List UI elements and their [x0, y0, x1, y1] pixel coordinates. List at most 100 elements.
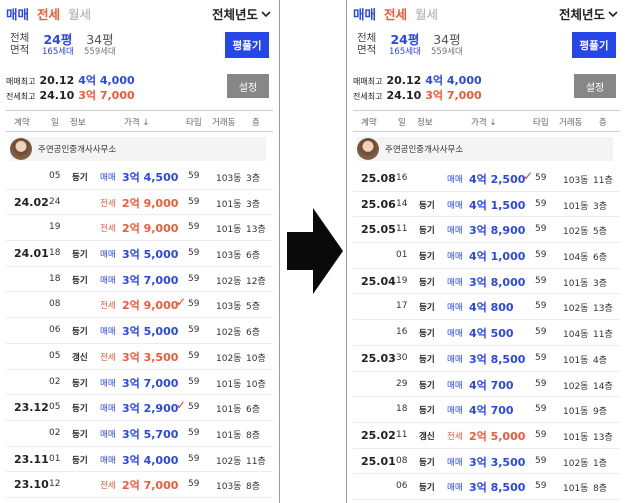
unit-type: 59	[535, 224, 547, 235]
unit-type: 59	[535, 301, 547, 312]
deal-price: 3억 5,000	[122, 325, 179, 339]
contract-day: 08	[49, 299, 61, 310]
transaction-row[interactable]: 18 등기 매매 4억 700 59 101동 9층	[353, 397, 620, 423]
transaction-row[interactable]: 29 등기 매매 4억 700 59 102동 14층	[353, 372, 620, 398]
deal-price: 3억 8,000	[469, 275, 526, 289]
unit-type: 59	[535, 327, 547, 338]
building-dong: 101동	[216, 379, 242, 390]
floor: 3층	[593, 201, 608, 212]
year-select[interactable]: 전체년도	[212, 4, 271, 23]
contract-day: 18	[396, 404, 408, 415]
contract-month: 25.05	[361, 223, 396, 237]
settings-button[interactable]: 설정	[227, 74, 269, 98]
col-info: 정보	[70, 118, 86, 128]
area-option[interactable]: 34평 559세대	[431, 33, 463, 58]
transaction-row[interactable]: 23.10 12 전세 2억 7,000 59 103동 8층	[6, 472, 273, 498]
transaction-row[interactable]: 05 등기 매매 3억 4,500 59 103동 3층	[6, 164, 273, 190]
contract-day: 01	[49, 453, 61, 464]
transaction-row[interactable]: 19 전세 2억 9,000 59 101동 13층	[6, 215, 273, 242]
transaction-row[interactable]: 25.04 19 등기 매매 3억 8,000 59 101동 3층	[353, 269, 620, 295]
transaction-row[interactable]: 25.05 11 등기 매매 3억 8,900 59 102동 5층	[353, 217, 620, 244]
deal-kind: 매매	[447, 175, 463, 185]
transaction-row[interactable]: 23.11 01 등기 매매 3억 4,000 59 102동 11층	[6, 447, 273, 473]
deal-kind: 매매	[447, 483, 463, 494]
deal-info: 등기	[419, 406, 435, 417]
deal-info: 갱신	[72, 352, 88, 363]
transaction-row[interactable]: 01 등기 매매 4억 1,000 59 104동 6층	[353, 243, 620, 269]
tab-wolse[interactable]: 월세	[68, 4, 91, 23]
deal-type-tabs: 매매 전세 월세	[353, 4, 438, 23]
transaction-row[interactable]: 25.06 14 등기 매매 4억 1,500 59 101동 3층	[353, 192, 620, 218]
area-compare-button[interactable]: 평풀기	[572, 32, 616, 58]
area-option-selected[interactable]: 24평 165세대	[42, 33, 74, 58]
unit-type: 59	[535, 404, 547, 415]
transaction-row[interactable]: 06 등기 매매 3억 5,000 59 102동 6층	[6, 318, 273, 344]
contract-day: 06	[396, 481, 408, 492]
transaction-row[interactable]: 18 등기 매매 3억 7,000 59 102동 12층	[6, 267, 273, 293]
col-price-sort[interactable]: 가격 ↓	[124, 116, 149, 128]
contract-day: 17	[396, 301, 408, 312]
deal-info: 등기	[419, 200, 435, 211]
transaction-row[interactable]: 17 등기 매매 4억 800 59 102동 13층	[353, 294, 620, 321]
deal-kind: 매매	[447, 354, 463, 365]
transaction-row[interactable]: 25.03 30 등기 매매 3억 8,500 59 101동 4층	[353, 346, 620, 372]
building-dong: 101동	[563, 484, 589, 495]
settings-button[interactable]: 설정	[574, 74, 616, 98]
contract-day: 19	[49, 222, 61, 233]
max-trade-price: 매매최고 20.12 4억 4,000	[6, 72, 135, 87]
contract-day: 18	[49, 273, 61, 284]
tab-trade[interactable]: 매매	[353, 4, 376, 23]
transaction-row[interactable]: 08 전세 2억 9,000 ✓ 59 103동 5층	[6, 292, 273, 319]
deal-info: 등기	[419, 329, 435, 340]
transaction-row[interactable]: 02 등기 매매 3억 5,700 59 101동 8층	[6, 421, 273, 447]
deal-kind: 매매	[447, 380, 463, 391]
transaction-row[interactable]: 05 갱신 전세 3억 3,500 59 102동 10층	[6, 344, 273, 370]
transaction-row[interactable]: 25.08 16 매매 4억 2,500 ✓ 59 103동 11층	[353, 166, 620, 192]
transaction-row[interactable]: 16 등기 매매 4억 500 59 104동 11층	[353, 320, 620, 346]
tab-trade[interactable]: 매매	[6, 4, 29, 23]
area-option[interactable]: 34평 559세대	[84, 32, 116, 58]
unit-type: 59	[188, 222, 200, 233]
contract-month: 24.02	[14, 195, 49, 209]
check-mark-icon: ✓	[176, 295, 187, 310]
deal-price: 3억 5,000	[122, 248, 179, 262]
deal-price: 4억 700	[469, 404, 514, 418]
tab-jeonse[interactable]: 전세	[384, 4, 407, 23]
area-option-selected[interactable]: 24평 165세대	[389, 33, 421, 58]
table-header: 계약 일 정보 가격 ↓ 타입 거래동 층	[353, 110, 620, 132]
transaction-row[interactable]: 25.01 08 등기 매매 3억 3,500 59 102동 1층	[353, 449, 620, 475]
stat-price: 4억 4,000	[78, 74, 135, 87]
transaction-row[interactable]: 25.02 11 갱신 전세 2억 5,000 59 101동 13층	[353, 423, 620, 449]
floor: 5층	[593, 227, 608, 238]
tab-wolse[interactable]: 월세	[415, 4, 438, 23]
area-option-households: 559세대	[84, 47, 116, 57]
agent-banner[interactable]: 주연공인중개사사무소	[357, 137, 613, 161]
deal-kind: 매매	[447, 406, 463, 417]
agent-banner[interactable]: 주연공인중개사사무소	[10, 137, 266, 161]
area-compare-button[interactable]: 평풀기	[225, 32, 269, 58]
max-price-summary: 매매최고 20.12 4억 4,000 전세최고 24.10 3억 7,000	[6, 72, 135, 102]
transaction-row[interactable]: 02 등기 매매 3억 7,000 59 101동 10층	[6, 370, 273, 396]
transaction-row[interactable]: 24.01 18 등기 매매 3억 5,000 59 103동 6층	[6, 241, 273, 267]
deal-price: 3억 3,500	[122, 350, 179, 364]
col-price-sort[interactable]: 가격 ↓	[471, 116, 496, 128]
building-dong: 101동	[216, 199, 242, 210]
contract-month: 25.02	[361, 428, 396, 442]
max-jeonse-price: 전세최고 24.10 3억 7,000	[6, 87, 135, 102]
deal-info: 등기	[72, 378, 88, 389]
area-option-households: 165세대	[42, 47, 74, 57]
deal-kind: 매매	[100, 429, 116, 440]
floor: 11층	[593, 330, 613, 341]
deal-kind: 전세	[100, 198, 116, 209]
area-filter-label: 전체 면적	[357, 32, 376, 56]
year-select[interactable]: 전체년도	[559, 4, 618, 23]
area-option-size: 34평	[86, 32, 114, 47]
tab-jeonse[interactable]: 전세	[37, 4, 60, 23]
col-floor: 층	[252, 118, 260, 128]
transaction-row[interactable]: 24.02 24 전세 2억 9,000 59 101동 3층	[6, 190, 273, 216]
deal-kind: 전세	[100, 301, 116, 312]
transaction-row[interactable]: 23.12 05 등기 매매 3억 2,900 ✓ 59 101동 6층	[6, 395, 273, 421]
transaction-row[interactable]: 06 등기 매매 3억 8,500 59 101동 8층	[353, 474, 620, 500]
contract-month: 25.03	[361, 351, 396, 365]
building-dong: 103동	[216, 482, 242, 493]
